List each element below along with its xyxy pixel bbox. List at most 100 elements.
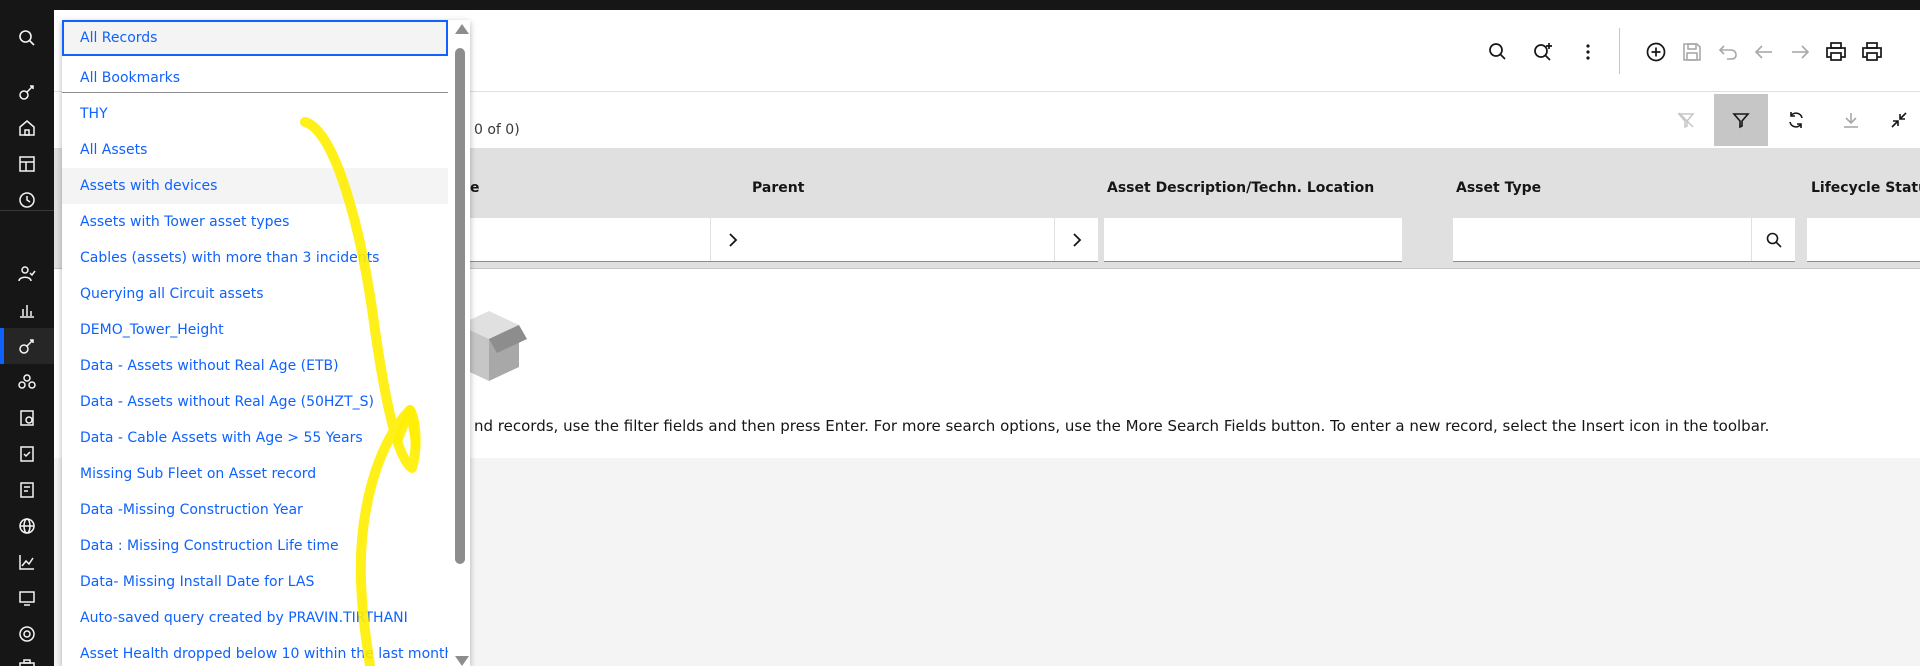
bar-chart-icon [20, 305, 34, 318]
query-option[interactable]: Data -Missing Construction Year [62, 492, 448, 528]
query-option[interactable]: Assets with devices [62, 168, 448, 204]
query-option[interactable]: THY [62, 96, 448, 132]
toolbox-icon [19, 659, 35, 666]
rail-home[interactable] [0, 110, 54, 146]
next-button[interactable] [1784, 36, 1816, 68]
save-button[interactable] [1676, 36, 1708, 68]
rail-monitor[interactable] [0, 580, 54, 616]
column-label-description: Asset Description/Techn. Location [1107, 180, 1375, 196]
query-option[interactable]: Missing Sub Fleet on Asset record [62, 456, 448, 492]
column-label-asset: e [470, 180, 480, 196]
history-icon [19, 192, 35, 208]
rail-settings[interactable] [0, 616, 54, 652]
query-option[interactable]: Data - Assets without Real Age (50HZT_S) [62, 384, 448, 420]
refresh-icon [1789, 112, 1803, 128]
download-button[interactable] [1824, 94, 1878, 146]
query-option[interactable]: All Bookmarks [62, 60, 448, 96]
settings-icon [19, 626, 35, 642]
query-option[interactable]: Querying all Circuit assets [62, 276, 448, 312]
print-button[interactable] [1820, 36, 1852, 68]
clear-filter-icon [1677, 112, 1695, 129]
asset-type-search-button[interactable] [1751, 218, 1795, 261]
query-option[interactable]: DEMO_Tower_Height [62, 312, 448, 348]
asset-filter-input[interactable] [470, 218, 754, 262]
print-all-button[interactable] [1856, 36, 1888, 68]
parent-lookup-button[interactable] [1054, 218, 1098, 261]
rail-dashboard[interactable] [0, 146, 54, 182]
query-option[interactable]: Cables (assets) with more than 3 inciden… [62, 240, 448, 276]
globe-icon [19, 518, 35, 534]
rail-toolbox[interactable] [0, 648, 54, 666]
home-icon [19, 120, 35, 136]
user-check-icon [18, 266, 36, 282]
add-search-icon [1534, 43, 1552, 61]
insert-button[interactable] [1640, 36, 1672, 68]
query-option[interactable]: Auto-saved query created by PRAVIN.TIRTH… [62, 600, 448, 636]
inspection-icon [20, 446, 34, 462]
description-filter-input[interactable] [1104, 218, 1402, 262]
rail-assets[interactable] [0, 74, 54, 110]
column-label-asset-type: Asset Type [1456, 180, 1542, 196]
asset-active-icon [19, 339, 34, 354]
query-option[interactable]: Data - Assets without Real Age (ETB) [62, 348, 448, 384]
work-order-icon [20, 410, 34, 426]
overflow-menu-button[interactable] [1572, 36, 1604, 68]
scroll-up-arrow-icon[interactable] [455, 24, 469, 34]
rail-divider [0, 210, 54, 211]
column-label-parent: Parent [752, 180, 805, 196]
rail-assets-active[interactable] [0, 328, 54, 364]
overflow-menu-icon [1586, 44, 1590, 60]
side-nav-rail [0, 10, 54, 666]
asset-type-filter-input[interactable] [1453, 218, 1795, 262]
search-button[interactable] [1482, 36, 1514, 68]
query-option[interactable]: Data- Missing Install Date for LAS [62, 564, 448, 600]
query-option[interactable]: All Records [62, 20, 448, 56]
refresh-button[interactable] [1769, 94, 1823, 146]
parent-filter-input[interactable] [748, 218, 1098, 262]
scroll-down-arrow-icon[interactable] [455, 656, 469, 666]
more-search-fields-button[interactable] [1527, 36, 1559, 68]
arrow-left-icon [1754, 45, 1772, 59]
report-icon [20, 482, 34, 498]
bookmarks-separator [62, 92, 448, 93]
query-option[interactable]: Asset Health dropped below 10 within the… [62, 636, 448, 666]
monitor-icon [19, 591, 35, 606]
rail-inspections[interactable] [0, 436, 54, 472]
rail-globe[interactable] [0, 508, 54, 544]
rail-cluster[interactable] [0, 364, 54, 400]
undo-icon [1718, 45, 1737, 60]
top-strip [0, 0, 1920, 10]
collapse-button[interactable] [1879, 94, 1919, 146]
rail-search[interactable] [0, 20, 54, 56]
search-icon [19, 30, 35, 46]
dropdown-scrollbar[interactable] [450, 20, 470, 666]
print-icon [1826, 42, 1846, 61]
filter-icon [1732, 113, 1750, 129]
rail-work-orders[interactable] [0, 400, 54, 436]
query-option[interactable]: Data - Cable Assets with Age > 55 Years [62, 420, 448, 456]
rail-analytics[interactable] [0, 292, 54, 328]
download-icon [1844, 113, 1858, 128]
chevron-right-icon [728, 232, 737, 247]
rail-trends[interactable] [0, 544, 54, 580]
record-count: 0 of 0) [474, 122, 520, 138]
rail-reports[interactable] [0, 472, 54, 508]
rail-history[interactable] [0, 182, 54, 218]
asset-icon [19, 85, 34, 100]
chevron-right-icon [1072, 232, 1081, 247]
query-option[interactable]: Assets with Tower asset types [62, 204, 448, 240]
search-icon [1489, 43, 1506, 60]
query-option[interactable]: All Assets [62, 132, 448, 168]
filter-button[interactable] [1714, 94, 1768, 146]
lifecycle-filter-input[interactable] [1807, 218, 1920, 262]
clear-filter-button[interactable] [1659, 94, 1713, 146]
query-option[interactable]: Data : Missing Construction Life time [62, 528, 448, 564]
previous-button[interactable] [1748, 36, 1780, 68]
search-icon [1766, 232, 1782, 248]
dashboard-icon [19, 156, 35, 172]
scroll-thumb[interactable] [455, 48, 465, 564]
column-label-lifecycle: Lifecycle Statu [1811, 180, 1920, 196]
undo-button[interactable] [1712, 36, 1744, 68]
cluster-icon [18, 374, 36, 389]
rail-people[interactable] [0, 256, 54, 292]
